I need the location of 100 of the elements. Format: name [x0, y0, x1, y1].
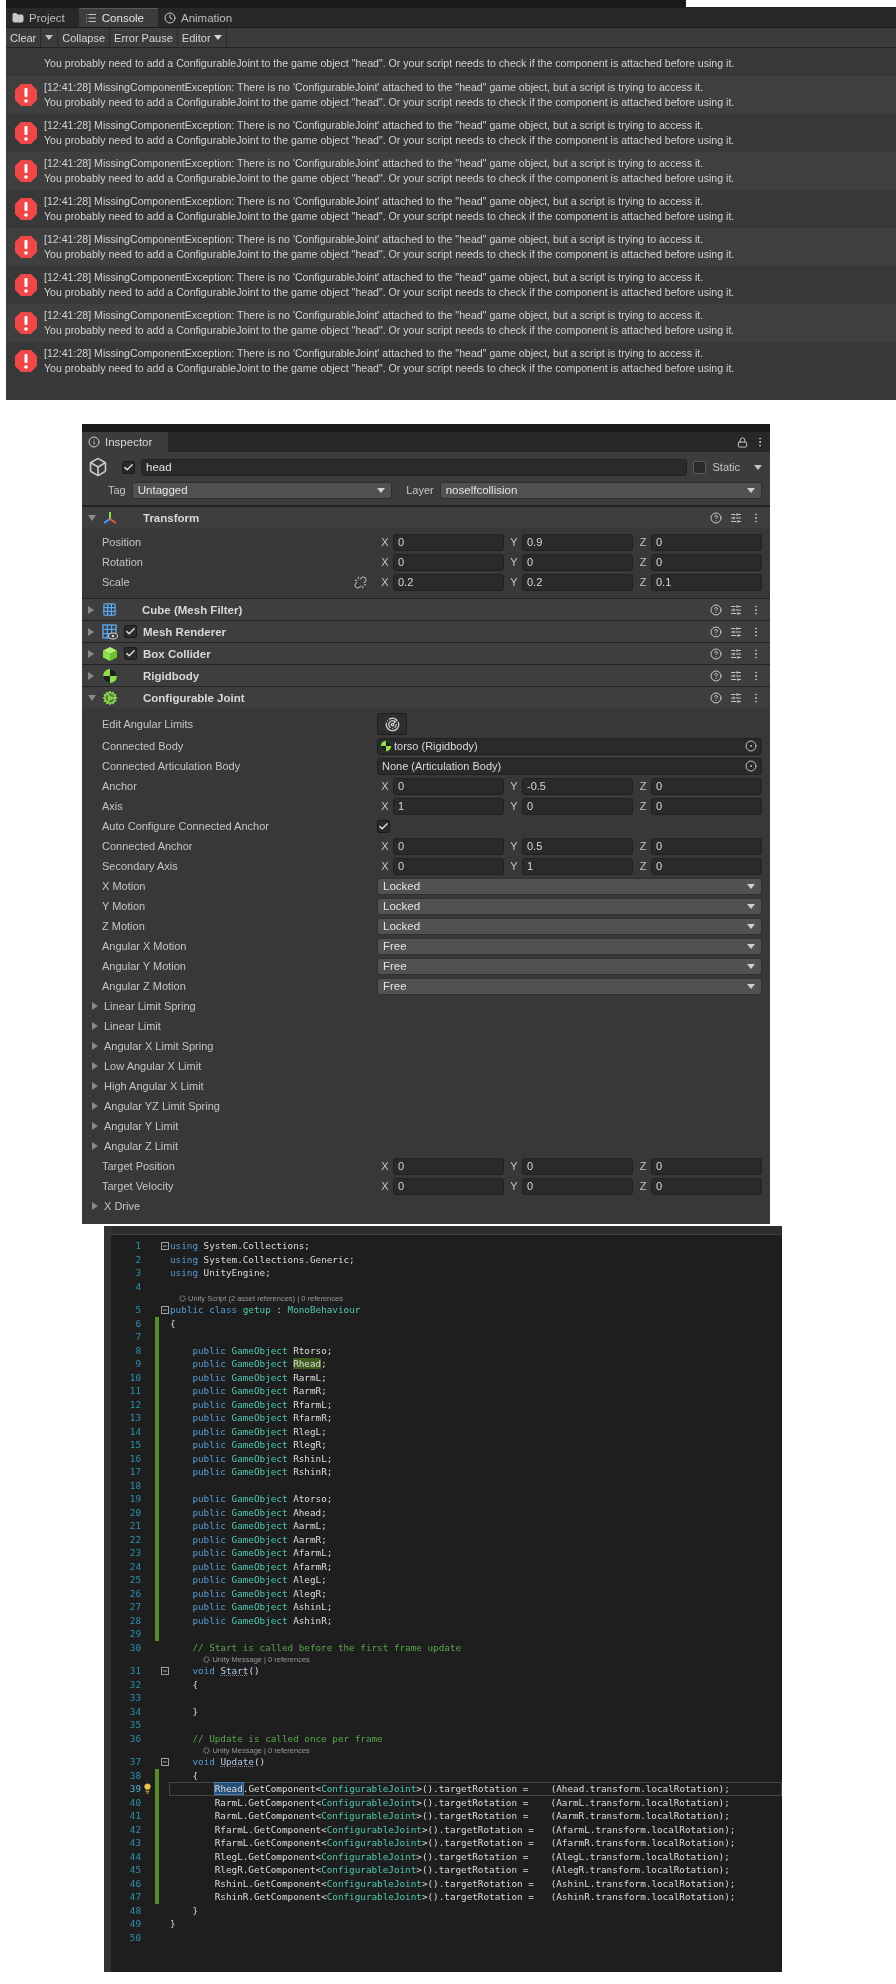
help-icon[interactable] — [710, 647, 722, 660]
log-entry[interactable] — [6, 228, 896, 266]
help-icon[interactable] — [710, 669, 722, 682]
panel-tab[interactable]: Console — [78, 8, 158, 27]
number-field[interactable]: 0 — [651, 533, 762, 551]
caret-icon[interactable] — [88, 694, 96, 701]
caret-icon[interactable] — [92, 1120, 98, 1132]
component-header[interactable]: Configurable Joint — [82, 686, 770, 708]
component-header[interactable]: Box Collider — [82, 642, 770, 664]
property-label: Angular X Motion — [102, 940, 188, 952]
log-entry[interactable] — [6, 304, 896, 342]
code-line: } — [191, 1903, 199, 1917]
number-field[interactable]: 0 — [522, 797, 633, 815]
lock-icon[interactable] — [737, 436, 748, 448]
caret-icon[interactable] — [88, 514, 96, 521]
caret-icon[interactable] — [92, 1060, 98, 1072]
component-header[interactable]: Mesh Renderer — [82, 620, 770, 642]
number-field[interactable]: 0 — [393, 837, 504, 855]
sliders-icon[interactable] — [730, 603, 742, 616]
help-icon[interactable] — [710, 603, 722, 616]
number-field[interactable]: 0 — [522, 1157, 633, 1175]
static-checkbox[interactable] — [693, 460, 707, 474]
caret-icon[interactable] — [92, 1040, 98, 1052]
inspector-tab[interactable]: Inspector — [82, 432, 169, 452]
component-header[interactable]: Rigidbody — [82, 664, 770, 686]
collapse-icon[interactable] — [161, 1757, 169, 1766]
number-field[interactable]: 0 — [393, 533, 504, 551]
dropdown[interactable]: Free — [377, 957, 762, 975]
enabled-checkbox[interactable] — [124, 647, 137, 660]
enabled-checkbox[interactable] — [124, 625, 137, 638]
help-icon[interactable] — [710, 691, 722, 704]
target-icon[interactable] — [745, 740, 757, 752]
rigidbody-icon — [102, 667, 118, 684]
number-field[interactable]: 0 — [651, 797, 762, 815]
number-field[interactable]: 0 — [393, 1177, 504, 1195]
sliders-icon[interactable] — [730, 647, 742, 660]
active-checkbox[interactable] — [122, 460, 135, 474]
axes-icon — [102, 509, 118, 526]
caret-icon[interactable] — [92, 1100, 98, 1112]
sliders-icon[interactable] — [730, 625, 742, 638]
lightbulb-icon[interactable] — [141, 1783, 153, 1795]
dropdown[interactable]: Locked — [377, 897, 762, 915]
number-field[interactable]: 0.2 — [393, 573, 504, 591]
number-field[interactable]: 0 — [651, 1177, 762, 1195]
number-field[interactable]: 0 — [651, 857, 762, 875]
help-icon[interactable] — [710, 511, 722, 524]
line-number: 49 — [128, 1918, 141, 1930]
property-label: Low Angular X Limit — [104, 1060, 203, 1072]
dropdown[interactable]: Free — [377, 937, 762, 955]
number-field[interactable]: 0.5 — [522, 837, 633, 855]
help-icon[interactable] — [710, 625, 722, 638]
dropdown[interactable]: Locked — [377, 877, 762, 895]
caret-icon[interactable] — [754, 464, 762, 470]
number-field[interactable]: -0.5 — [522, 777, 633, 795]
number-field[interactable]: 0 — [393, 857, 504, 875]
sliders-icon[interactable] — [730, 691, 742, 704]
code-line: public GameObject AshinR; — [191, 1613, 334, 1627]
dropdown[interactable]: Locked — [377, 917, 762, 935]
number-field[interactable]: 0 — [651, 837, 762, 855]
object-field[interactable]: torso (Rigidbody) — [377, 737, 762, 755]
component-title: Box Collider — [143, 647, 212, 660]
sliders-icon[interactable] — [730, 511, 742, 524]
number-field[interactable]: 1 — [393, 797, 504, 815]
log-entry[interactable] — [6, 76, 896, 114]
caret-icon[interactable] — [92, 1000, 98, 1012]
collapse-icon[interactable] — [161, 1666, 169, 1675]
number-field[interactable]: 0 — [393, 553, 504, 571]
caret-icon[interactable] — [92, 1080, 98, 1092]
component-header[interactable]: Transform — [82, 506, 770, 528]
checkbox[interactable] — [377, 819, 390, 833]
number-field[interactable]: 0 — [651, 1157, 762, 1175]
collapse-icon[interactable] — [161, 1241, 169, 1250]
number-field[interactable]: 0 — [393, 1157, 504, 1175]
layer-dropdown[interactable]: noselfcollision — [439, 481, 762, 499]
target-icon[interactable] — [745, 760, 757, 772]
number-field[interactable]: 0 — [522, 553, 633, 571]
number-field[interactable]: 0 — [393, 777, 504, 795]
number-field[interactable]: 1 — [522, 857, 633, 875]
caret-icon[interactable] — [92, 1200, 98, 1212]
component-header[interactable]: Cube (Mesh Filter) — [82, 598, 770, 620]
number-field[interactable]: 0.2 — [522, 573, 633, 591]
number-field[interactable]: 0.9 — [522, 533, 633, 551]
caret-icon[interactable] — [92, 1020, 98, 1032]
object-field[interactable]: None (Articulation Body) — [377, 757, 762, 775]
name-field[interactable]: head — [141, 458, 688, 476]
broken-link-icon[interactable] — [354, 575, 367, 589]
collapse-icon[interactable] — [161, 1305, 169, 1314]
number-field[interactable]: 0 — [522, 1177, 633, 1195]
sliders-icon[interactable] — [730, 669, 742, 682]
dropdown[interactable]: Free — [377, 977, 762, 995]
number-field[interactable]: 0 — [651, 777, 762, 795]
edit-limits-button[interactable] — [377, 713, 407, 735]
log-message: [12:41:28] MissingComponentException: There is no 'ConfigurableJoint' attached to the "head" game object, but a script is trying to access it. — [44, 347, 705, 360]
tag-dropdown[interactable]: Untagged — [131, 481, 393, 499]
axis-label: Z — [638, 556, 648, 568]
caret-icon[interactable] — [92, 1140, 98, 1152]
static-label: Static — [712, 461, 740, 473]
log-entry[interactable] — [6, 152, 896, 190]
number-field[interactable]: 0.1 — [651, 573, 762, 591]
number-field[interactable]: 0 — [651, 553, 762, 571]
